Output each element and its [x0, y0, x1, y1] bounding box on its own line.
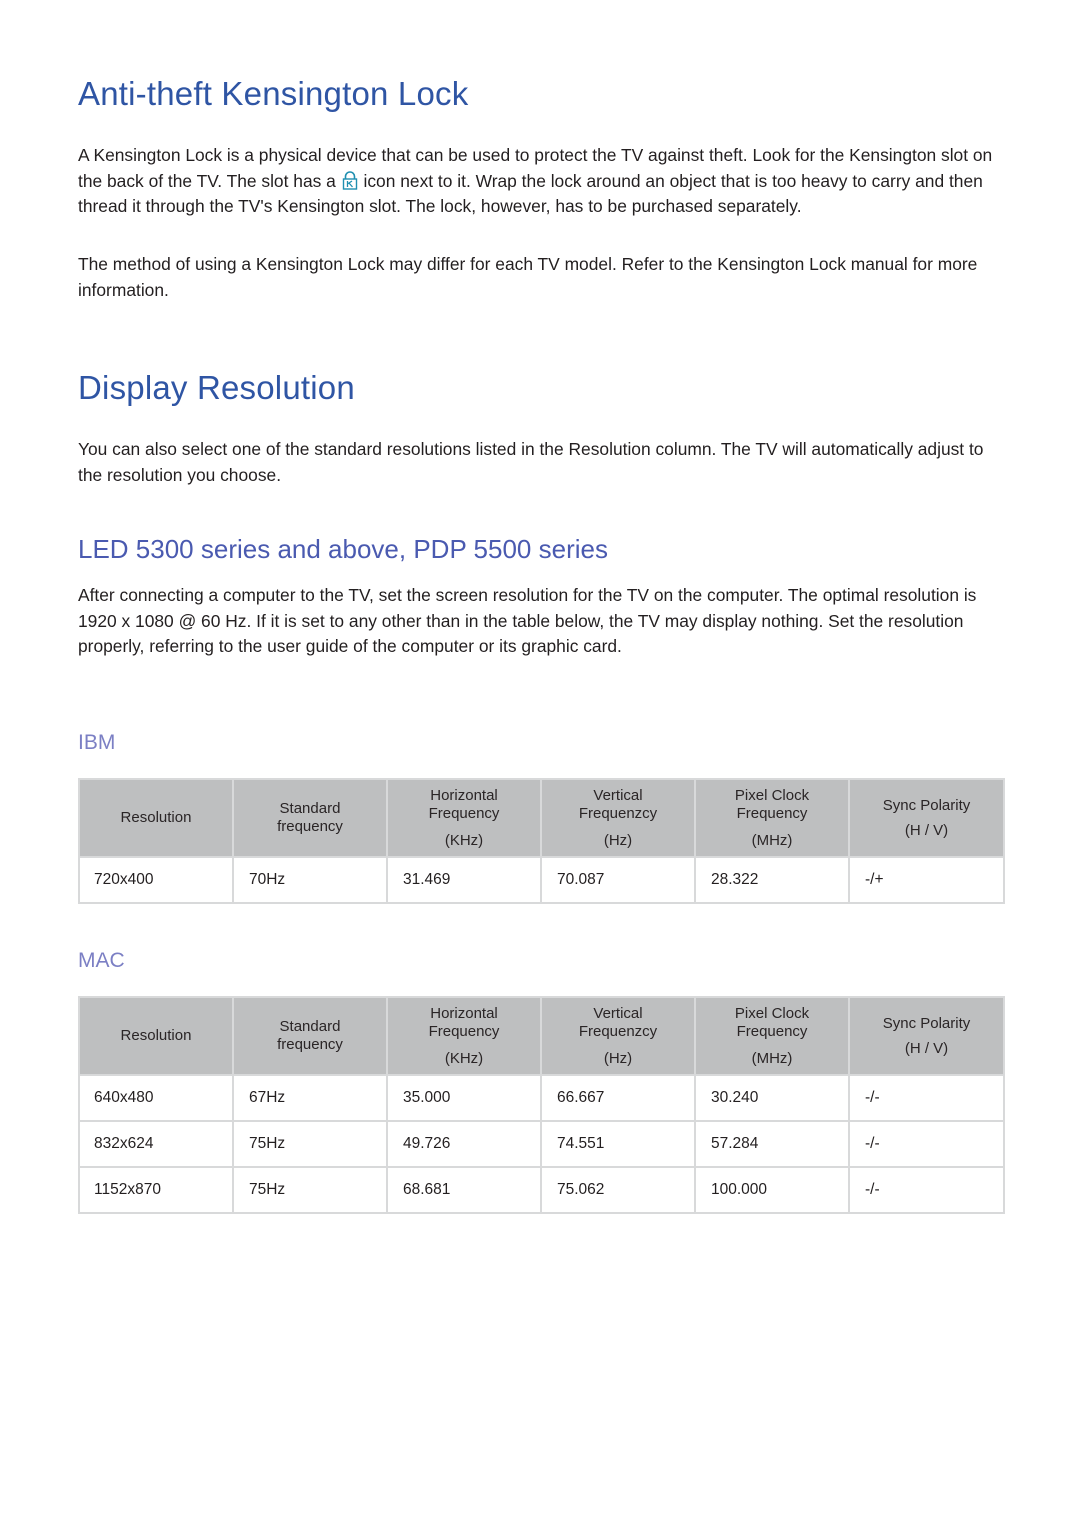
header-pixel-line1: Pixel Clock [734, 1004, 810, 1022]
cell-standard-frequency: 75Hz [232, 1166, 388, 1214]
header-horizontal-line1: Horizontal [430, 786, 498, 804]
cell-vertical-frequency: 74.551 [540, 1120, 696, 1168]
cell-sync-polarity: -/- [848, 1166, 1005, 1214]
kensington-lock-icon [342, 170, 358, 190]
header-pixel-clock: Pixel Clock Frequency (MHz) [694, 996, 850, 1076]
header-pixel-unit: (MHz) [751, 1049, 793, 1067]
led-series-heading: LED 5300 series and above, PDP 5500 seri… [78, 534, 608, 564]
table-row: 720x400 70Hz 31.469 70.087 28.322 -/+ [78, 856, 1005, 904]
cell-resolution: 640x480 [78, 1074, 234, 1122]
header-standard-line1: Standard [279, 800, 341, 817]
header-pixel-line1: Pixel Clock [734, 786, 810, 804]
header-vertical-frequency: Vertical Frequenzcy (Hz) [540, 996, 696, 1076]
header-standard-frequency: Standard frequency [232, 996, 388, 1076]
cell-pixel-clock: 57.284 [694, 1120, 850, 1168]
header-sync-line1: Sync Polarity [882, 1014, 971, 1032]
header-standard-frequency: Standard frequency [232, 778, 388, 858]
cell-sync-polarity: -/+ [848, 856, 1005, 904]
cell-resolution: 720x400 [78, 856, 234, 904]
header-vertical-line2: Frequenzcy [578, 804, 658, 822]
kensington-lock-heading: Anti-theft Kensington Lock [78, 75, 469, 112]
display-resolution-intro: You can also select one of the standard … [78, 439, 984, 485]
cell-resolution: 832x624 [78, 1120, 234, 1168]
cell-horizontal-frequency: 35.000 [386, 1074, 542, 1122]
header-pixel-clock: Pixel Clock Frequency (MHz) [694, 778, 850, 858]
header-resolution-label: Resolution [120, 1027, 192, 1044]
header-standard-line1: Standard [279, 1018, 341, 1035]
cell-resolution: 1152x870 [78, 1166, 234, 1214]
mac-resolution-table: Resolution Standard frequency Horizontal F… [78, 996, 1005, 1214]
table-header-row: Resolution Standard frequency Horizontal F… [78, 996, 1005, 1076]
ibm-section-heading: IBM [78, 731, 116, 754]
cell-pixel-clock: 100.000 [694, 1166, 850, 1214]
cell-vertical-frequency: 66.667 [540, 1074, 696, 1122]
header-vertical-line1: Vertical [593, 786, 643, 804]
cell-horizontal-frequency: 68.681 [386, 1166, 542, 1214]
header-vertical-frequency: Vertical Frequenzcy (Hz) [540, 778, 696, 858]
header-vertical-line1: Vertical [593, 1004, 643, 1022]
header-pixel-unit: (MHz) [751, 831, 793, 849]
header-horizontal-unit: (KHz) [444, 831, 484, 849]
header-sync-polarity: Sync Polarity (H / V) [848, 778, 1005, 858]
cell-vertical-frequency: 70.087 [540, 856, 696, 904]
cell-horizontal-frequency: 49.726 [386, 1120, 542, 1168]
mac-section-heading: MAC [78, 949, 125, 972]
header-pixel-line2: Frequency [736, 1022, 808, 1040]
header-standard-line2: frequency [277, 818, 343, 835]
header-sync-polarity: Sync Polarity (H / V) [848, 996, 1005, 1076]
cell-pixel-clock: 30.240 [694, 1074, 850, 1122]
header-resolution: Resolution [78, 778, 234, 858]
led-series-body: After connecting a computer to the TV, s… [78, 585, 977, 656]
table-row: 832x624 75Hz 49.726 74.551 57.284 -/- [78, 1120, 1005, 1168]
header-sync-unit: (H / V) [904, 821, 949, 839]
header-horizontal-unit: (KHz) [444, 1049, 484, 1067]
cell-sync-polarity: -/- [848, 1120, 1005, 1168]
header-horizontal-line1: Horizontal [430, 1004, 498, 1022]
table-row: 640x480 67Hz 35.000 66.667 30.240 -/- [78, 1074, 1005, 1122]
header-standard-line2: frequency [277, 1036, 343, 1053]
header-horizontal-frequency: Horizontal Frequency (KHz) [386, 778, 542, 858]
header-vertical-unit: (Hz) [603, 831, 633, 849]
table-header-row: Resolution Standard frequency Horizontal F… [78, 778, 1005, 858]
header-horizontal-line2: Frequency [428, 804, 500, 822]
cell-standard-frequency: 70Hz [232, 856, 388, 904]
cell-standard-frequency: 75Hz [232, 1120, 388, 1168]
header-vertical-unit: (Hz) [603, 1049, 633, 1067]
cell-standard-frequency: 67Hz [232, 1074, 388, 1122]
cell-sync-polarity: -/- [848, 1074, 1005, 1122]
header-horizontal-line2: Frequency [428, 1022, 500, 1040]
header-sync-line1: Sync Polarity [882, 796, 971, 814]
header-sync-unit: (H / V) [904, 1039, 949, 1057]
cell-pixel-clock: 28.322 [694, 856, 850, 904]
header-resolution: Resolution [78, 996, 234, 1076]
ibm-resolution-table: Resolution Standard frequency Horizontal F… [78, 778, 1005, 904]
cell-vertical-frequency: 75.062 [540, 1166, 696, 1214]
header-resolution-label: Resolution [120, 809, 192, 826]
kensington-paragraph-1: A Kensington Lock is a physical device t… [78, 143, 1008, 220]
table-row: 1152x870 75Hz 68.681 75.062 100.000 -/- [78, 1166, 1005, 1214]
cell-horizontal-frequency: 31.469 [386, 856, 542, 904]
kensington-paragraph-2: The method of using a Kensington Lock ma… [78, 254, 978, 300]
header-horizontal-frequency: Horizontal Frequency (KHz) [386, 996, 542, 1076]
header-pixel-line2: Frequency [736, 804, 808, 822]
display-resolution-heading: Display Resolution [78, 369, 355, 406]
header-vertical-line2: Frequenzcy [578, 1022, 658, 1040]
